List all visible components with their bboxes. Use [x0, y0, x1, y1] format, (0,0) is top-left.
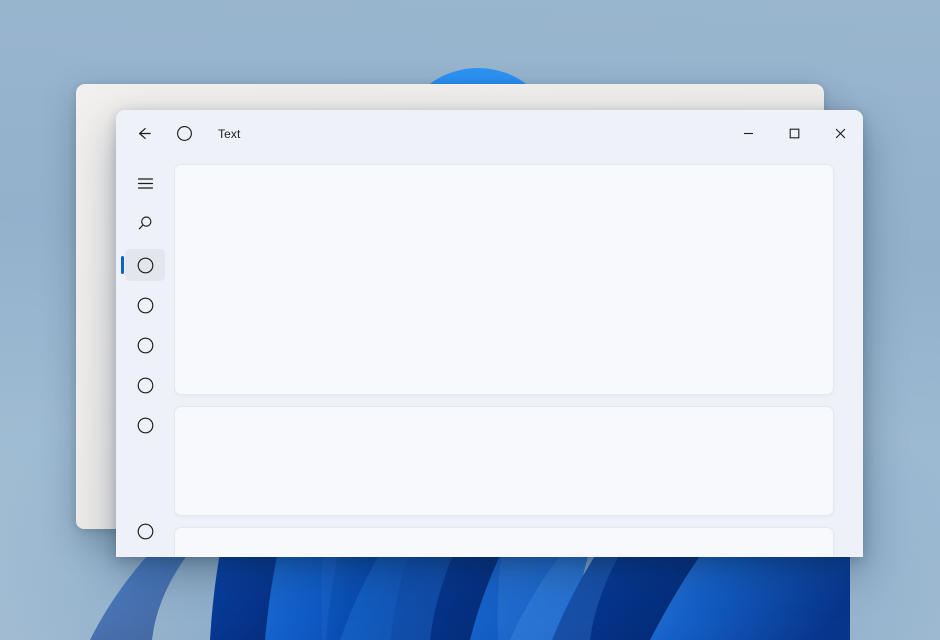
search-icon — [138, 215, 151, 229]
circle-icon — [137, 297, 153, 313]
content-area — [174, 157, 863, 557]
circle-icon — [137, 257, 153, 273]
selection-indicator — [121, 256, 124, 274]
hamburger-menu-button[interactable] — [125, 167, 165, 199]
minimize-icon — [743, 132, 753, 135]
sidebar-item-5[interactable] — [125, 409, 165, 441]
navrail-bottom-group — [125, 515, 165, 557]
navigation-rail — [116, 157, 174, 557]
maximize-button[interactable] — [771, 110, 817, 157]
circle-icon — [137, 523, 153, 539]
sidebar-item-3[interactable] — [125, 329, 165, 361]
content-card-3[interactable] — [174, 527, 834, 557]
content-card-2[interactable] — [174, 406, 834, 516]
back-button[interactable] — [128, 118, 160, 150]
window-body — [116, 157, 863, 557]
app-window: Text — [116, 110, 863, 557]
sidebar-item-2[interactable] — [125, 289, 165, 321]
app-icon — [168, 118, 200, 150]
content-card-1[interactable] — [174, 164, 834, 395]
titlebar-left-group: Text — [116, 118, 240, 150]
sidebar-item-bottom[interactable] — [125, 515, 165, 547]
maximize-icon — [789, 128, 799, 139]
search-button[interactable] — [125, 207, 165, 239]
circle-icon — [176, 126, 192, 141]
sidebar-item-4[interactable] — [125, 369, 165, 401]
minimize-button[interactable] — [725, 110, 771, 157]
window-title: Text — [218, 126, 241, 141]
close-button[interactable] — [817, 110, 863, 157]
circle-icon — [137, 377, 153, 393]
circle-icon — [137, 417, 153, 433]
titlebar[interactable]: Text — [116, 110, 863, 157]
circle-icon — [137, 337, 153, 353]
window-controls — [725, 110, 863, 157]
close-icon — [835, 128, 845, 139]
hamburger-menu-icon — [137, 177, 153, 189]
back-arrow-icon — [138, 128, 151, 139]
sidebar-item-1[interactable] — [121, 249, 165, 281]
